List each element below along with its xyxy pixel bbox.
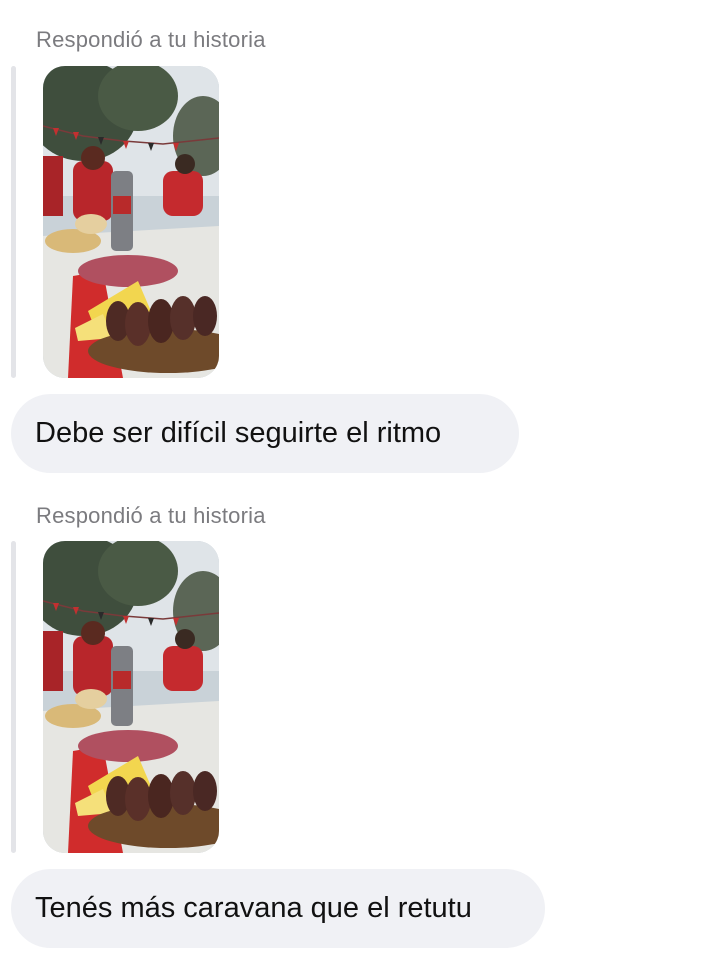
story-quote-bar (11, 541, 16, 853)
story-reply-label: Respondió a tu historia (36, 27, 266, 52)
story-thumbnail[interactable] (43, 66, 219, 378)
story-photo (43, 66, 219, 378)
story-photo (43, 541, 219, 853)
message-text: Debe ser difícil seguirte el ritmo (35, 417, 442, 449)
story-quote-bar (11, 66, 16, 378)
message-bubble[interactable]: Tenés más caravana que el retutu (11, 869, 545, 948)
message-text: Tenés más caravana que el retutu (35, 892, 472, 924)
story-thumbnail[interactable] (43, 541, 219, 853)
story-reply-label: Respondió a tu historia (36, 503, 266, 528)
message-bubble[interactable]: Debe ser difícil seguirte el ritmo (11, 394, 519, 473)
